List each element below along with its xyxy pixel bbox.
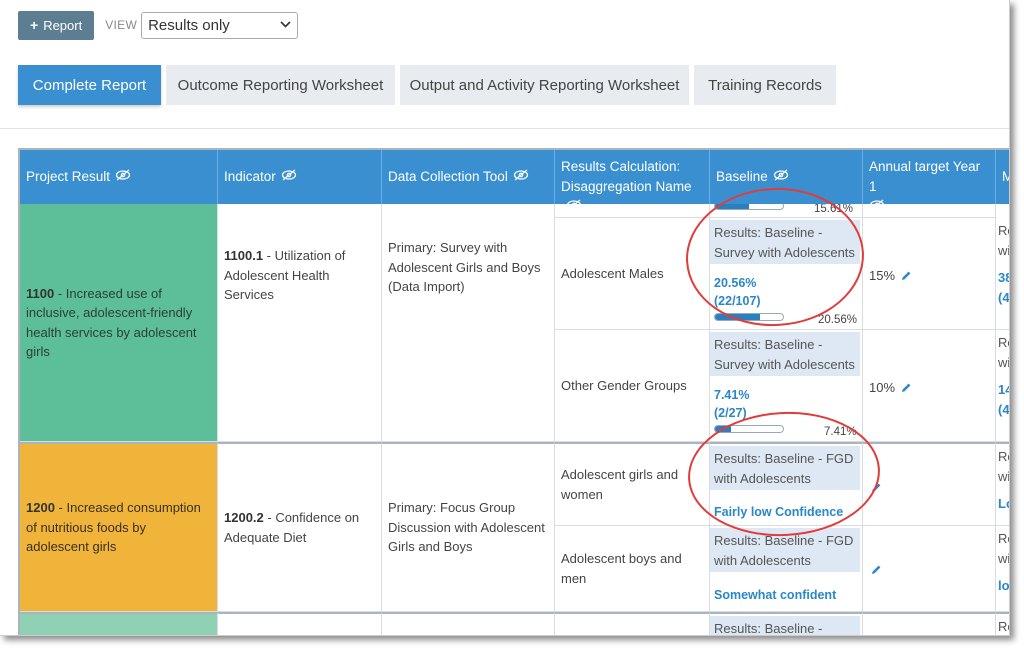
pencil-icon[interactable] — [901, 379, 912, 399]
baseline-result-label: Results: Baseline - Survey with Adolesce… — [710, 332, 860, 376]
col-header-next[interactable]: M — [996, 150, 1009, 204]
view-select[interactable]: Results only — [141, 11, 299, 39]
baseline-adolescent-boys-men: Results: Baseline - FGD with Adolescents… — [710, 526, 863, 612]
eye-slash-icon[interactable] — [773, 167, 789, 187]
next-col-cell: Re wi 38 (4 — [996, 218, 1009, 330]
disaggregation-partial — [555, 204, 710, 218]
disaggregation-adolescent-boys-men: Adolescent boys and men — [555, 526, 710, 612]
toolbar: + Report VIEW Results only — [18, 10, 299, 40]
disaggregation-adolescent-girls-women: Adolescent girls and women — [555, 442, 710, 526]
report-table: Project Result Indicator Data Collection… — [18, 148, 1009, 635]
chevron-down-icon — [280, 20, 291, 31]
col-header-annual-target[interactable]: Annual target Year 1 — [863, 150, 996, 211]
target-value: 10% — [869, 380, 896, 395]
disaggregation-next — [555, 612, 710, 635]
indicator-next — [218, 612, 382, 635]
tab-complete-report[interactable]: Complete Report — [18, 65, 161, 105]
next-col-cell: Re wi lo — [996, 526, 1009, 612]
tab-outcome-reporting-worksheet[interactable]: Outcome Reporting Worksheet — [166, 65, 395, 105]
add-report-button[interactable]: + Report — [18, 10, 95, 40]
col-header-indicator[interactable]: Indicator — [218, 150, 382, 204]
data-collection-tool-1200: Primary: Focus Group Discussion with Ado… — [382, 442, 555, 612]
view-label: VIEW — [105, 18, 138, 32]
next-col-cell: Re — [996, 612, 1009, 635]
next-col-cell: Re wi 14 (4 — [996, 330, 1009, 442]
pencil-icon[interactable] — [901, 267, 912, 287]
data-collection-tool-1100: Primary: Survey with Adolescent Girls an… — [382, 204, 555, 442]
eye-slash-icon[interactable] — [281, 167, 297, 187]
target-adolescent-boys-men — [863, 526, 996, 612]
next-col-cell: Re wi Lo — [996, 442, 1009, 526]
target-partial — [863, 204, 996, 218]
pencil-icon[interactable] — [871, 561, 882, 581]
target-value: 15% — [869, 268, 896, 283]
project-result-next — [20, 612, 218, 635]
report-tabs: Complete Report Outcome Reporting Worksh… — [18, 65, 836, 105]
col-header-results-calculation[interactable]: Results Calculation: Disaggregation Name — [555, 150, 710, 211]
data-collection-tool-next — [382, 612, 555, 635]
baseline-value[interactable]: 7.41% (2/27) — [714, 386, 749, 422]
eye-slash-icon[interactable] — [513, 167, 529, 187]
project-result-1100: 1100 - Increased use of inclusive, adole… — [20, 204, 218, 442]
indicator-1200-2: 1200.2 - Confidence on Adequate Diet — [218, 442, 382, 612]
eye-slash-icon[interactable] — [115, 167, 131, 187]
indicator-1100-1: 1100.1 - Utilization of Adolescent Healt… — [218, 204, 382, 442]
disaggregation-adolescent-males: Adolescent Males — [555, 218, 710, 330]
app-window: + Report VIEW Results only Complete Repo… — [0, 0, 1010, 636]
tab-output-activity-reporting-worksheet[interactable]: Output and Activity Reporting Worksheet — [400, 65, 689, 105]
tab-training-records[interactable]: Training Records — [694, 65, 836, 105]
view-select-value: Results only — [148, 16, 230, 34]
col-header-data-collection-tool[interactable]: Data Collection Tool — [382, 150, 555, 204]
table-header: Project Result Indicator Data Collection… — [20, 150, 1009, 211]
bar-label: 20.56% — [818, 314, 858, 326]
disaggregation-other-gender-groups: Other Gender Groups — [555, 330, 710, 442]
baseline-next: Results: Baseline - Survey — [710, 612, 863, 635]
col-header-project-result[interactable]: Project Result — [20, 150, 218, 204]
baseline-result-label: Results: Baseline - Survey — [710, 616, 860, 635]
plus-icon: + — [30, 17, 39, 33]
section-divider — [0, 128, 1009, 129]
add-report-label: Report — [43, 17, 83, 33]
target-adolescent-girls-women — [863, 442, 996, 526]
target-other-gender-groups: 10% — [863, 330, 996, 442]
project-result-1200: 1200 - Increased consumption of nutritio… — [20, 442, 218, 612]
baseline-value[interactable]: Somewhat confident — [714, 586, 836, 604]
target-adolescent-males: 15% — [863, 218, 996, 330]
target-next — [863, 612, 996, 635]
